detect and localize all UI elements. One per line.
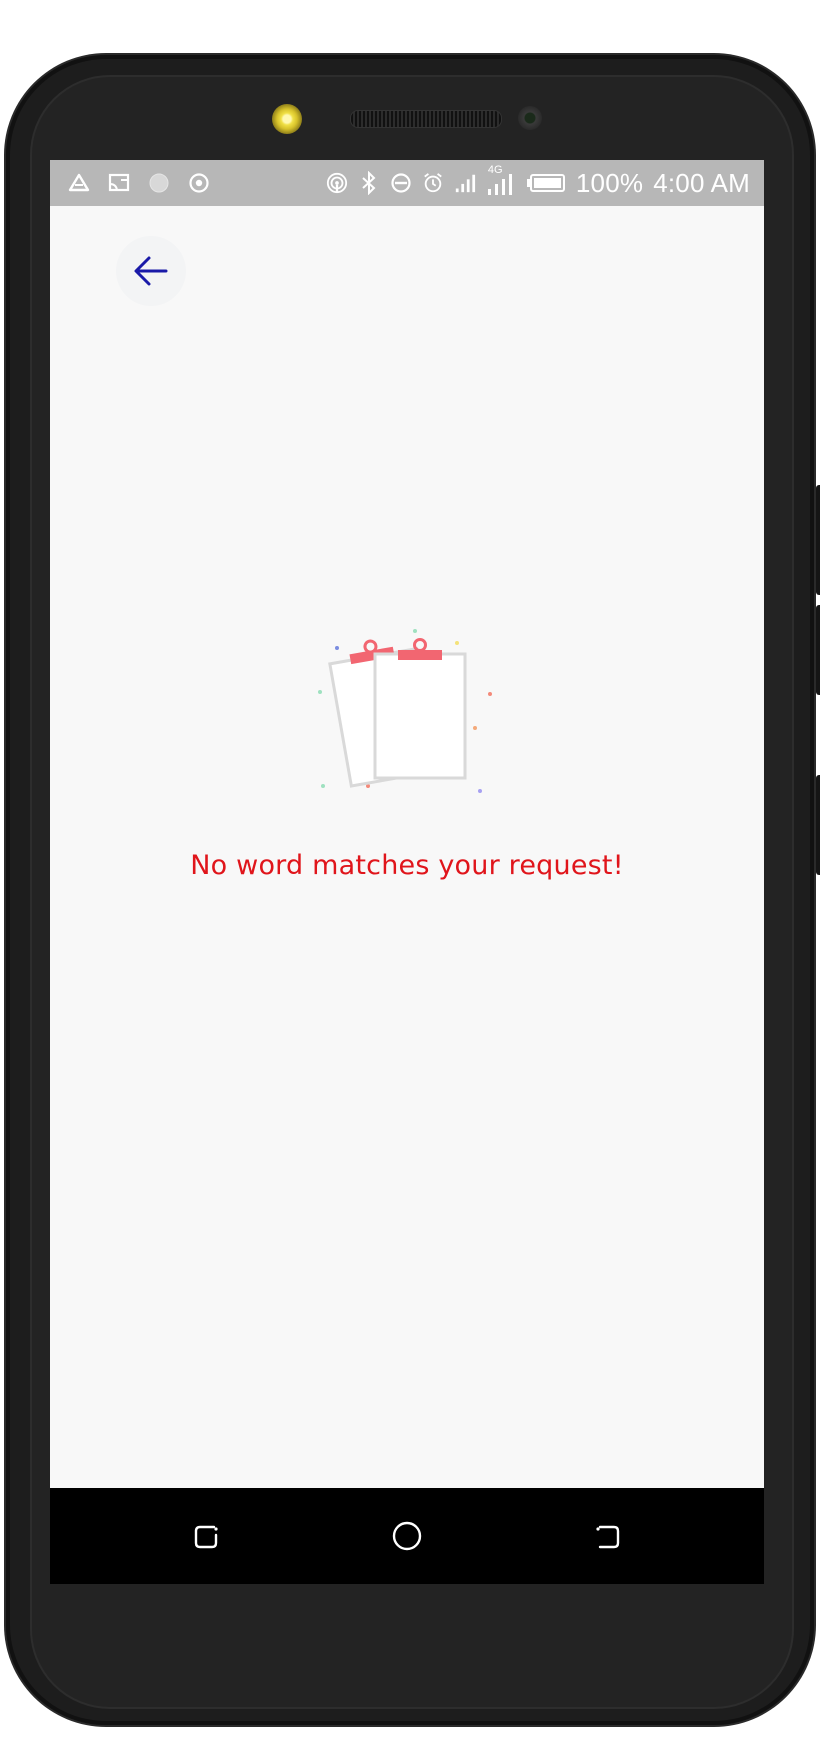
clock: 4:00 AM [653, 167, 750, 198]
circle-icon [148, 172, 170, 194]
signal-icon [454, 172, 476, 194]
location-icon [188, 172, 210, 194]
alarm-icon [422, 172, 444, 194]
recent-apps-button[interactable] [183, 1512, 231, 1560]
system-nav-bar [50, 1488, 764, 1584]
power-button [816, 775, 820, 875]
arrow-left-icon [134, 256, 168, 286]
signal-4g-icon: 4G [486, 164, 516, 195]
nav-back-button[interactable] [583, 1512, 631, 1560]
status-icons-right: 4G 100% 4:00 AM [326, 160, 750, 206]
volume-down-button [816, 605, 820, 695]
cast-icon [108, 172, 130, 194]
home-button[interactable] [383, 1512, 431, 1560]
network-type-label: 4G [487, 164, 503, 176]
drive-icon [68, 172, 90, 194]
empty-state-message: No word matches your request! [190, 850, 624, 881]
app-screen: 4G 100% 4:00 AM No word matches your req… [50, 160, 764, 1584]
back-button[interactable] [116, 236, 186, 306]
recent-apps-icon [194, 1525, 218, 1549]
hotspot-icon [326, 172, 348, 194]
volume-up-button [816, 485, 820, 595]
home-icon [392, 1521, 422, 1551]
back-icon [596, 1525, 620, 1549]
earpiece-speaker [350, 110, 502, 128]
dnd-icon [390, 172, 412, 194]
battery-percentage: 100% [575, 167, 644, 198]
empty-clipboards-illustration [295, 628, 505, 808]
status-bar: 4G 100% 4:00 AM [50, 160, 764, 206]
front-camera [518, 106, 542, 130]
battery-icon [526, 172, 566, 194]
status-icons-left [68, 160, 210, 206]
flash-light [272, 104, 302, 134]
device-mockup: 4G 100% 4:00 AM No word matches your req… [0, 0, 820, 1760]
bluetooth-icon [358, 171, 380, 195]
